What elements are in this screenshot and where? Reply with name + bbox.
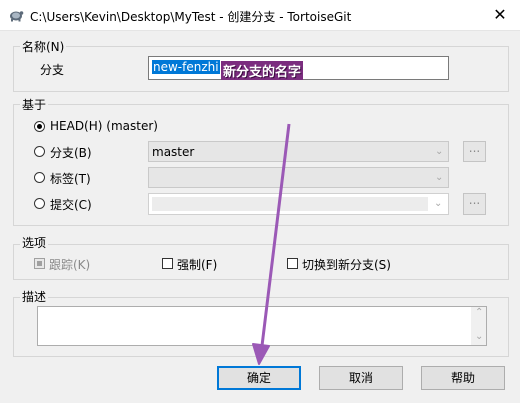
annotation-arrow [252,123,291,365]
